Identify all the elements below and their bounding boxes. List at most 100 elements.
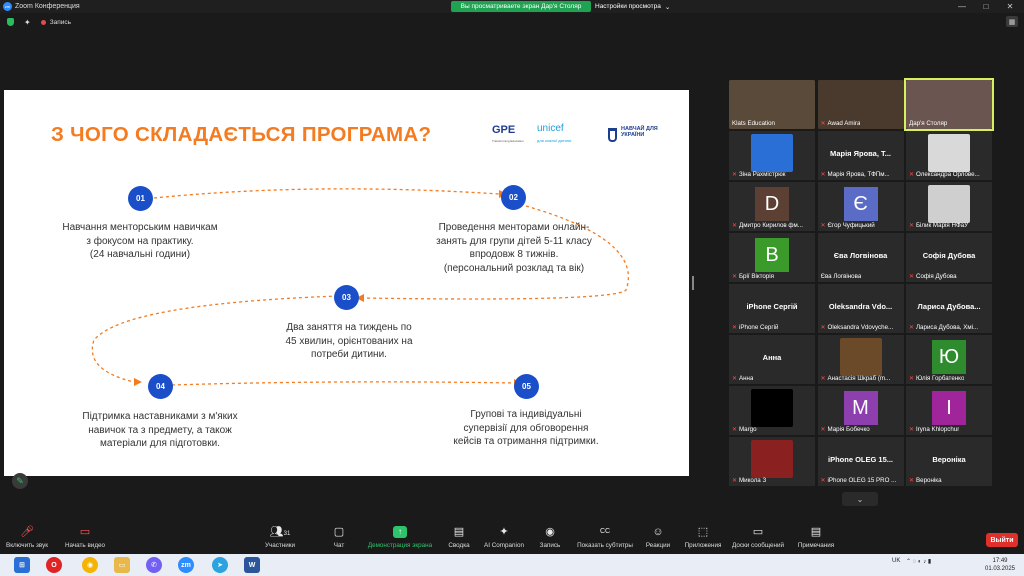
participant-tile[interactable]: ✕ Зіна Рахмістрюк bbox=[729, 131, 815, 180]
opera-icon[interactable]: O bbox=[46, 557, 62, 573]
participant-tile[interactable]: Софія Дубова ✕ Софія Дубова bbox=[906, 233, 992, 282]
participant-name: ✕ Олександра Орлове... bbox=[909, 171, 980, 178]
record-button[interactable]: ◉ Запись bbox=[536, 526, 564, 549]
record-label[interactable]: Запись bbox=[50, 19, 71, 26]
whiteboards-label: Доски сообщений bbox=[732, 542, 784, 549]
participants-button[interactable]: 👥︎31 Участники bbox=[258, 526, 302, 549]
participant-tile[interactable]: Oleksandra Vdo... ✕ Oleksandra Vdovyche... bbox=[817, 284, 904, 333]
participant-tile[interactable]: Klats Education bbox=[729, 80, 815, 129]
avatar: І bbox=[932, 391, 966, 425]
close-button[interactable]: ✕ bbox=[998, 0, 1022, 13]
start-video-button[interactable]: ▭ Начать видео bbox=[62, 526, 108, 549]
apps-button[interactable]: ⬚ Приложения bbox=[682, 526, 724, 549]
system-clock[interactable]: 17:49 01.03.2025 bbox=[980, 557, 1020, 573]
participant-name: ✕ Марія Бобечко bbox=[821, 426, 870, 433]
participant-name: Дар'я Столяр bbox=[909, 120, 947, 127]
panel-resize-handle[interactable] bbox=[692, 276, 694, 290]
leave-button[interactable]: Выйти bbox=[986, 533, 1018, 547]
participant-tile[interactable]: Лариса Дубова... ✕ Лариса Дубова, Хмі... bbox=[906, 284, 992, 333]
participant-tile[interactable]: В ✕ Брії Вікторія bbox=[729, 233, 815, 282]
tray-icons[interactable]: ⌃ ◌ ◐ ♪ ▮ bbox=[906, 558, 931, 565]
participant-tile[interactable]: І ✕ Iryna Khlopchur bbox=[906, 386, 992, 435]
mic-muted-icon: ✕ bbox=[820, 171, 826, 178]
participant-name-label: iPhone Сергій bbox=[739, 324, 779, 331]
step-line: (персональний розклад та вік) bbox=[443, 262, 585, 274]
participant-tile[interactable]: Вероніка ✕ Вероніка bbox=[906, 437, 992, 486]
step-number: 02 bbox=[501, 185, 526, 210]
participant-display-name: iPhone Сергій bbox=[746, 302, 798, 311]
annotate-pen-icon[interactable]: ✎ bbox=[12, 473, 28, 489]
ai-companion-button[interactable]: ✦ AI Companion bbox=[480, 526, 528, 549]
mic-muted-icon: ✕ bbox=[732, 171, 738, 178]
participant-tile[interactable]: ✕ Олександра Орлове... bbox=[906, 131, 992, 180]
participant-display-name: Софія Дубова bbox=[922, 251, 976, 260]
participant-tile[interactable]: Ю ✕ Юлія Горбатенко bbox=[906, 335, 992, 384]
reactions-button[interactable]: ☺ Реакции bbox=[642, 526, 674, 549]
chat-button[interactable]: ▢ Чат bbox=[326, 526, 352, 549]
view-options-button[interactable]: Настройки просмотра ⌄ bbox=[595, 1, 680, 12]
participant-name-label: Анна bbox=[739, 375, 754, 382]
participant-tile[interactable]: ✕ Микола З bbox=[729, 437, 815, 486]
participant-tile[interactable]: Єва Логвінова Єва Логвінова bbox=[817, 233, 904, 282]
mic-muted-icon: ✕ bbox=[820, 477, 826, 484]
participant-tile[interactable]: М ✕ Марія Бобечко bbox=[817, 386, 904, 435]
participant-tile[interactable]: Дар'я Столяр bbox=[904, 78, 994, 131]
participant-video bbox=[751, 389, 793, 427]
unmute-button[interactable]: 🎤︎ Включить звук bbox=[4, 526, 50, 549]
participant-tile[interactable]: ✕ Анастасія Шкраб (m... bbox=[817, 335, 904, 384]
participant-display-name: Марія Ярова, Т... bbox=[829, 149, 892, 158]
chevron-down-icon: ⌄ bbox=[664, 3, 671, 11]
participant-name-label: Margo bbox=[739, 426, 757, 433]
video-off-icon: ▭ bbox=[79, 526, 91, 538]
participant-name: ✕ Микола З bbox=[732, 477, 766, 484]
record-label-toolbar: Запись bbox=[539, 542, 561, 549]
reactions-label: Реакции bbox=[645, 542, 671, 549]
word-icon[interactable]: W bbox=[244, 557, 260, 573]
avatar: Ю bbox=[932, 340, 966, 374]
participant-tile[interactable]: Анна ✕ Анна bbox=[729, 335, 815, 384]
captions-button[interactable]: CC Показать субтитры bbox=[574, 526, 636, 549]
participant-name: ✕ Awad Amira bbox=[821, 120, 861, 127]
participant-tile[interactable]: ✕ Margo bbox=[729, 386, 815, 435]
participant-name-label: Єва Логвінова bbox=[820, 273, 862, 280]
maximize-button[interactable]: □ bbox=[974, 0, 998, 13]
participant-tile[interactable]: iPhone Сергій ✕ iPhone Сергій bbox=[729, 284, 815, 333]
step-number: 03 bbox=[334, 285, 359, 310]
shield-icon[interactable] bbox=[7, 18, 14, 26]
notes-button[interactable]: ▤ Примечания bbox=[795, 526, 837, 549]
sparkle-icon[interactable]: ✦ bbox=[24, 18, 31, 27]
step-line: супервізії для обговорення bbox=[463, 422, 589, 434]
summary-button[interactable]: ▤ Сводка bbox=[444, 526, 474, 549]
participant-tile[interactable]: ✕ Awad Amira bbox=[817, 80, 904, 129]
chrome-icon[interactable]: ◉ bbox=[82, 557, 98, 573]
mic-muted-icon: ✕ bbox=[909, 477, 915, 484]
share-arrow-icon: ↑ bbox=[393, 526, 407, 538]
participant-tile[interactable]: Є ✕ Єгор Чуфицький bbox=[817, 182, 904, 231]
participant-tile[interactable]: Марія Ярова, Т... ✕ Марія Ярова, ТФПм... bbox=[817, 131, 904, 180]
unicef-logo: unicef bbox=[537, 123, 564, 134]
sparkle-icon: ✦ bbox=[499, 526, 509, 538]
participants-label: Участники bbox=[264, 542, 296, 549]
folder-icon[interactable]: ▭ bbox=[114, 557, 130, 573]
zoom-taskbar-icon[interactable]: zm bbox=[178, 557, 194, 573]
participant-name: ✕ iPhone Сергій bbox=[732, 324, 778, 331]
minimize-button[interactable]: — bbox=[950, 0, 974, 13]
step-line: з фокусом на практику. bbox=[86, 235, 194, 247]
language-indicator[interactable]: UK bbox=[892, 558, 900, 564]
participant-name-label: Юлія Горбатенко bbox=[916, 375, 965, 382]
participant-tile[interactable]: D ✕ Дмитро Кирилов фм... bbox=[729, 182, 815, 231]
whiteboards-button[interactable]: ▭ Доски сообщений bbox=[729, 526, 787, 549]
start-icon[interactable]: ⊞ bbox=[14, 557, 30, 573]
participant-name-label: Iryna Khlopchur bbox=[916, 426, 960, 433]
share-screen-button[interactable]: ↑ Демонстрация экрана bbox=[364, 526, 436, 549]
view-grid-icon[interactable]: ▦ bbox=[1006, 16, 1018, 27]
telegram-icon[interactable]: ➤ bbox=[212, 557, 228, 573]
more-participants-chevron-icon[interactable]: ⌄ bbox=[842, 492, 878, 506]
step-text: Групові та індивідуальні супервізії для … bbox=[426, 408, 626, 449]
participant-tile[interactable]: ✕ Білик Марія НФаУ bbox=[906, 182, 992, 231]
participant-name-label: Софія Дубова bbox=[916, 273, 957, 280]
participant-tile[interactable]: iPhone OLEG 15... ✕ iPhone OLEG 15 PRO ... bbox=[817, 437, 904, 486]
ai-companion-label: AI Companion bbox=[484, 542, 524, 549]
step-number: 05 bbox=[514, 374, 539, 399]
viber-icon[interactable]: ✆ bbox=[146, 557, 162, 573]
